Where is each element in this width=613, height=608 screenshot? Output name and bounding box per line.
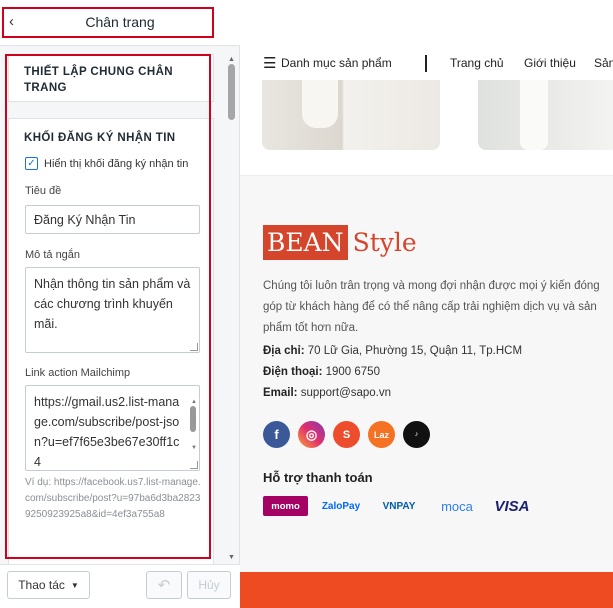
product-figure xyxy=(302,80,338,128)
footer-bottom-bar xyxy=(240,572,613,608)
tiktok-icon[interactable]: ♪ xyxy=(403,421,430,448)
contact-email: Email: support@sapo.vn xyxy=(263,387,391,399)
product-image[interactable] xyxy=(262,80,440,150)
phone-label: Điện thoại: xyxy=(263,366,323,378)
nav-link-products[interactable]: Sản xyxy=(594,56,613,70)
email-label: Email: xyxy=(263,387,298,399)
panel-scrollbar[interactable]: ▲ ▼ xyxy=(227,56,237,561)
logo-script-text: Style xyxy=(352,228,417,257)
actions-button[interactable]: Thao tác ▼ xyxy=(7,571,90,599)
panel-footer: Thao tác ▼ ↶ Hủy xyxy=(0,564,240,608)
highlight-box-body xyxy=(5,54,211,559)
logo-box-text: BEAN xyxy=(263,225,348,260)
footer-description: Chúng tôi luôn trân trọng và mong đợi nh… xyxy=(263,280,600,334)
shopee-icon[interactable]: S xyxy=(333,421,360,448)
store-preview: ☰ Danh mục sản phẩm Trang chủ Giới thiệu… xyxy=(240,0,613,608)
lazada-icon[interactable]: Laz xyxy=(368,421,395,448)
payment-title: Hỗ trợ thanh toán xyxy=(263,470,373,485)
store-footer: BEAN Style Chúng tôi luôn trân trọng và … xyxy=(240,175,613,572)
moca-logo: moca xyxy=(441,498,473,514)
undo-button[interactable]: ↶ xyxy=(146,571,182,599)
panel-header: ‹ Chân trang xyxy=(0,0,240,46)
actions-button-label: Thao tác xyxy=(18,578,65,592)
product-image[interactable] xyxy=(478,80,613,150)
contact-address: Địa chỉ: 70 Lữ Gia, Phường 15, Quận 11, … xyxy=(263,345,522,357)
caret-down-icon: ▼ xyxy=(70,580,79,590)
hamburger-menu-icon[interactable]: ☰ xyxy=(263,54,276,72)
visa-logo: VISA xyxy=(494,497,530,515)
nav-link-home[interactable]: Trang chủ xyxy=(450,56,504,70)
momo-logo: momo xyxy=(263,496,308,516)
instagram-icon[interactable]: ◎ xyxy=(298,421,325,448)
vnpay-logo: VNPAY xyxy=(382,500,416,512)
cancel-button[interactable]: Hủy xyxy=(187,571,231,599)
scrollbar-thumb[interactable] xyxy=(228,64,235,120)
product-figure xyxy=(520,80,548,150)
phone-value: 1900 6750 xyxy=(322,366,380,378)
zalopay-logo: ZaloPay xyxy=(321,500,361,512)
settings-panel: ‹ Chân trang THIẾT LẬP CHUNG CHÂN TRANG … xyxy=(0,0,240,608)
email-value: support@sapo.vn xyxy=(297,387,392,399)
payment-methods: momo ZaloPay VNPAY moca VISA xyxy=(263,496,545,516)
cancel-button-label: Hủy xyxy=(198,578,220,592)
nav-link-about[interactable]: Giới thiệu xyxy=(524,56,576,70)
store-nav: ☰ Danh mục sản phẩm Trang chủ Giới thiệu… xyxy=(240,44,613,80)
facebook-icon[interactable]: f xyxy=(263,421,290,448)
address-label: Địa chỉ: xyxy=(263,345,305,357)
social-links: f ◎ S Laz ♪ xyxy=(263,421,438,448)
brand-logo[interactable]: BEAN Style xyxy=(263,224,417,261)
scroll-up-icon[interactable]: ▲ xyxy=(228,56,235,63)
address-value: 70 Lữ Gia, Phường 15, Quận 11, Tp.HCM xyxy=(304,345,523,357)
nav-categories[interactable]: Danh mục sản phẩm xyxy=(281,56,392,70)
highlight-box-header xyxy=(2,7,214,38)
nav-divider xyxy=(425,55,427,72)
contact-phone: Điện thoại: 1900 6750 xyxy=(263,366,380,378)
scroll-down-icon[interactable]: ▼ xyxy=(228,554,235,561)
undo-icon: ↶ xyxy=(157,577,171,594)
